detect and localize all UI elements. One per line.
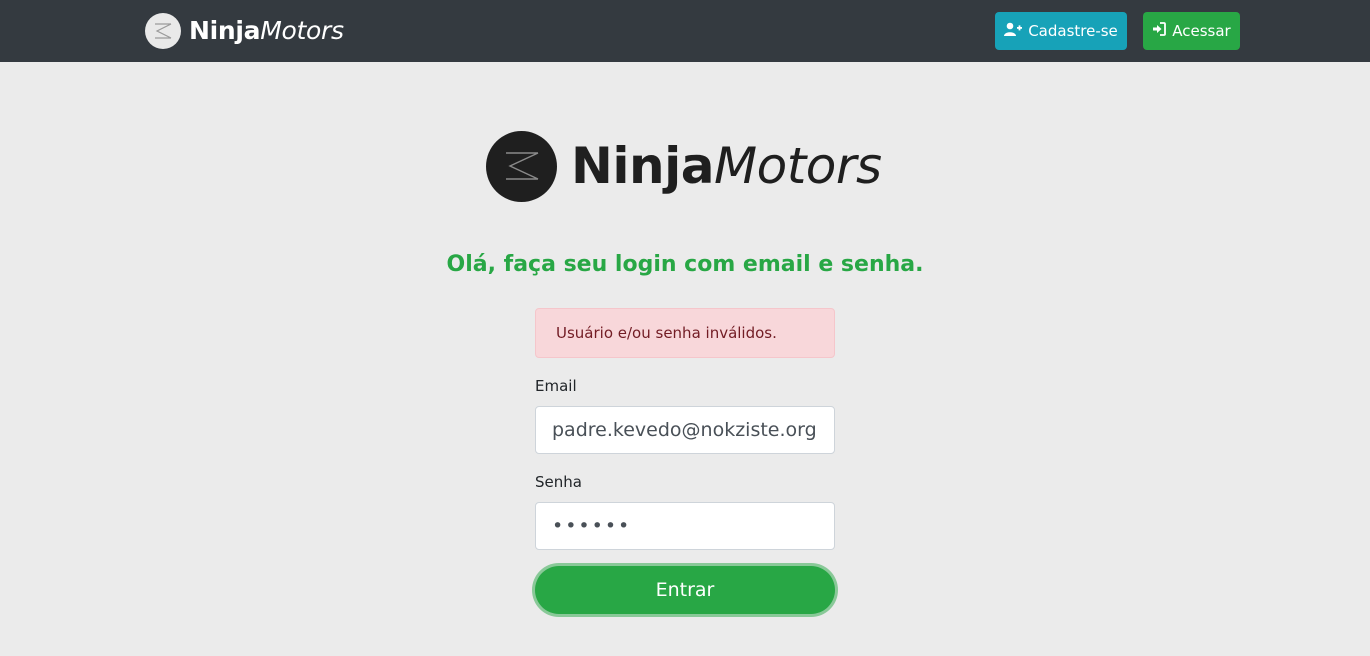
email-label: Email: [535, 377, 577, 395]
submit-button[interactable]: Entrar: [535, 566, 835, 614]
access-button[interactable]: Acessar: [1143, 12, 1240, 50]
navbar-brand[interactable]: NinjaMotors: [145, 13, 344, 49]
ninjamotors-logo-icon: [145, 13, 181, 49]
ninjamotors-logo-icon: [486, 130, 557, 202]
hero-logo: NinjaMotors: [486, 130, 882, 202]
navbar: NinjaMotors Cadastre-se Acessar: [0, 0, 1370, 62]
password-field[interactable]: [535, 502, 835, 550]
signup-button[interactable]: Cadastre-se: [995, 12, 1127, 50]
access-button-label: Acessar: [1172, 22, 1231, 40]
user-plus-icon: [1004, 22, 1023, 41]
email-field[interactable]: [535, 406, 835, 454]
password-label: Senha: [535, 473, 582, 491]
hero-brand-text: NinjaMotors: [571, 137, 882, 195]
navbar-brand-text: NinjaMotors: [189, 16, 344, 45]
signup-button-label: Cadastre-se: [1028, 22, 1118, 40]
error-alert: Usuário e/ou senha inválidos.: [535, 308, 835, 358]
sign-in-icon: [1152, 22, 1167, 40]
login-heading: Olá, faça seu login com email e senha.: [446, 252, 924, 277]
